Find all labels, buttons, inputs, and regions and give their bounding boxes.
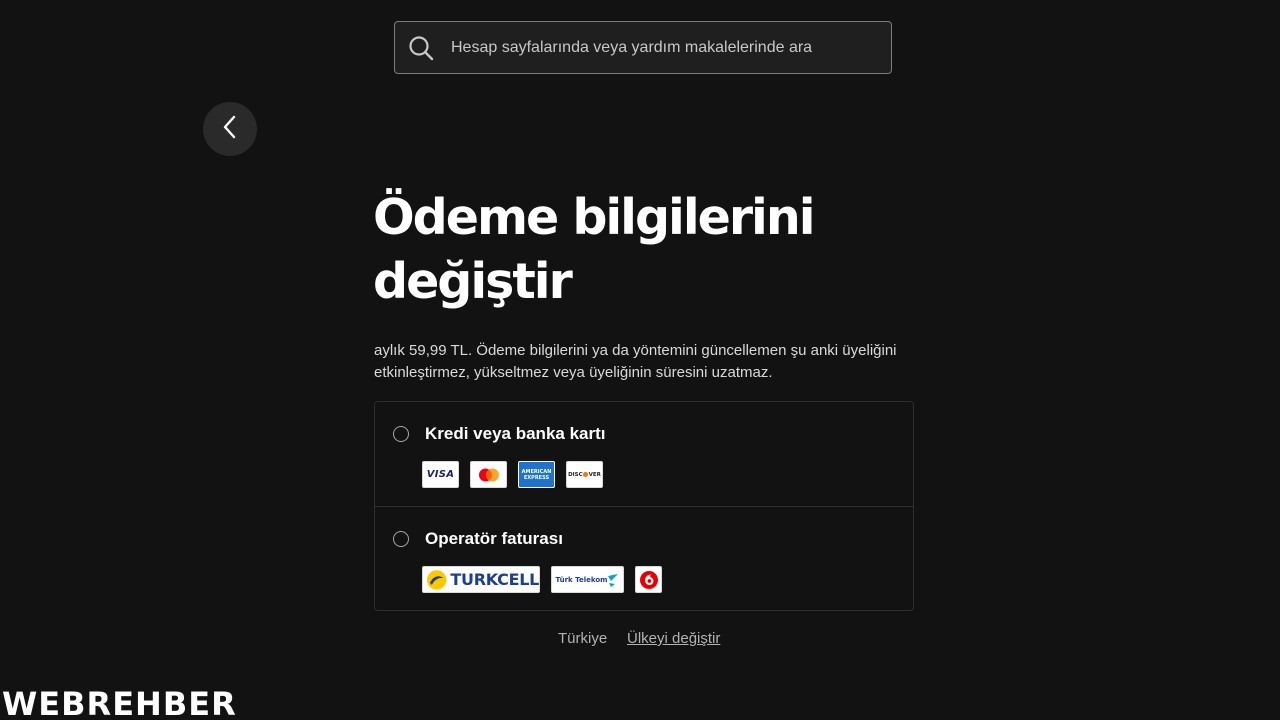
carrier-option-label[interactable]: Operatör faturası: [425, 529, 563, 549]
payment-option-card[interactable]: Kredi veya banka kartı VISA AMERICAN EXP…: [375, 402, 913, 506]
back-button[interactable]: [203, 102, 257, 156]
search-input[interactable]: [449, 26, 891, 69]
turkcell-logo: TURKCELL: [422, 566, 540, 593]
current-country: Türkiye: [558, 630, 608, 647]
discover-logo: DISC VER: [566, 461, 603, 488]
change-country-link[interactable]: Ülkeyi değiştir: [627, 630, 720, 647]
payment-option-carrier[interactable]: Operatör faturası TURKCELL Türk Telekom: [375, 506, 913, 610]
carrier-radio-button[interactable]: [393, 531, 409, 547]
mastercard-logo: [470, 461, 507, 488]
turkcell-emblem-icon: [426, 569, 447, 590]
visa-logo: VISA: [422, 461, 459, 488]
telekom-swoosh-icon: [608, 573, 619, 587]
search-bar[interactable]: [394, 21, 892, 74]
carrier-logos: TURKCELL Türk Telekom: [422, 566, 662, 593]
card-option-label[interactable]: Kredi veya banka kartı: [425, 424, 605, 444]
turk-telekom-logo: Türk Telekom: [551, 566, 624, 593]
vodafone-logo: [635, 566, 662, 593]
amex-logo: AMERICAN EXPRESS: [518, 461, 555, 488]
chevron-left-icon: [220, 114, 240, 145]
payment-settings-page: Ödeme bilgilerini değiştir aylık 59,99 T…: [0, 0, 1280, 720]
page-description: aylık 59,99 TL. Ödeme bilgilerini ya da …: [374, 342, 897, 381]
card-radio-button[interactable]: [393, 426, 409, 442]
page-title: Ödeme bilgilerini değiştir: [373, 189, 816, 310]
payment-options-card: Kredi veya banka kartı VISA AMERICAN EXP…: [374, 401, 914, 611]
search-icon: [408, 35, 434, 61]
webrehber-watermark: WEBREHBER: [2, 685, 237, 720]
card-logos: VISA AMERICAN EXPRESS DISC VER: [422, 461, 603, 488]
